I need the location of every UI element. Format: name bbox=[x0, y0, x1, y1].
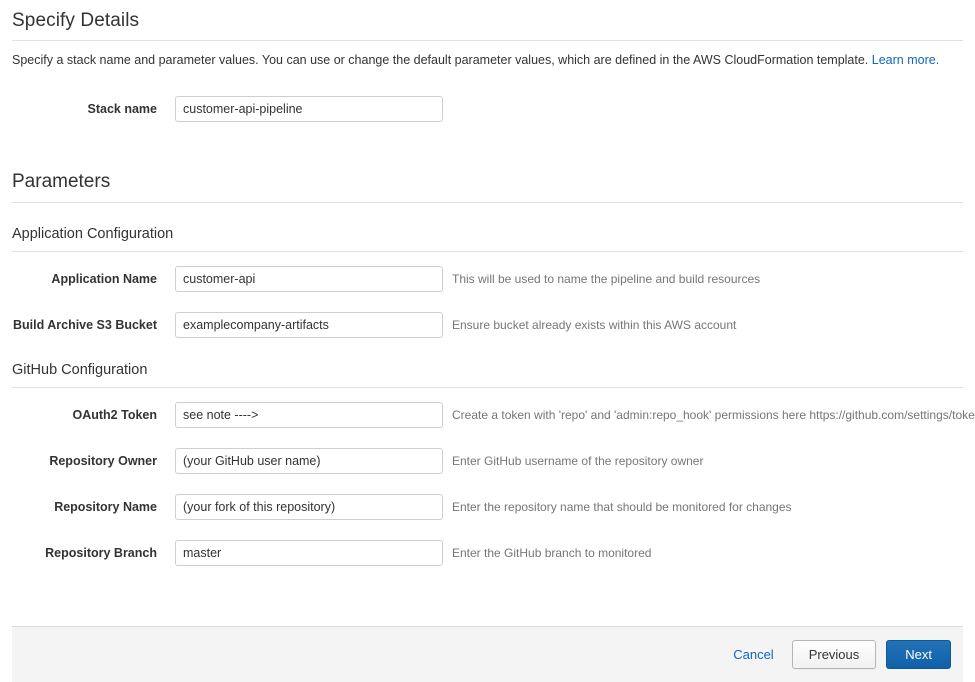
field-label-build-archive-s3-bucket: Build Archive S3 Bucket bbox=[12, 312, 175, 333]
stack-name-label: Stack name bbox=[12, 96, 175, 117]
footer-action-bar: Cancel Previous Next bbox=[12, 626, 963, 682]
field-help-repository-owner: Enter GitHub username of the repository … bbox=[443, 448, 975, 469]
next-button[interactable]: Next bbox=[886, 640, 951, 669]
specify-details-page: Specify Details Specify a stack name and… bbox=[0, 0, 975, 682]
field-label-repository-branch: Repository Branch bbox=[12, 540, 175, 561]
field-row-oauth2-token: OAuth2 Token Create a token with 'repo' … bbox=[0, 402, 975, 428]
cancel-button[interactable]: Cancel bbox=[725, 647, 781, 662]
field-input-repository-owner[interactable] bbox=[175, 448, 443, 474]
field-input-repository-name[interactable] bbox=[175, 494, 443, 520]
intro-text: Specify a stack name and parameter value… bbox=[0, 41, 975, 68]
section-heading-github-configuration: GitHub Configuration bbox=[0, 362, 975, 378]
field-row-repository-name: Repository Name Enter the repository nam… bbox=[0, 494, 975, 520]
section-heading-application-configuration: Application Configuration bbox=[0, 226, 975, 242]
field-label-application-name: Application Name bbox=[12, 266, 175, 287]
stack-name-input[interactable] bbox=[175, 96, 443, 122]
field-help-build-archive-s3-bucket: Ensure bucket already exists within this… bbox=[443, 312, 975, 333]
field-input-build-archive-s3-bucket[interactable] bbox=[175, 312, 443, 338]
learn-more-link[interactable]: Learn more. bbox=[872, 53, 939, 67]
field-help-application-name: This will be used to name the pipeline a… bbox=[443, 266, 975, 287]
intro-description: Specify a stack name and parameter value… bbox=[12, 53, 868, 67]
field-input-oauth2-token[interactable] bbox=[175, 402, 443, 428]
field-label-oauth2-token: OAuth2 Token bbox=[12, 402, 175, 423]
stack-name-row: Stack name bbox=[0, 96, 975, 122]
page-title: Specify Details bbox=[0, 0, 975, 32]
field-row-application-name: Application Name This will be used to na… bbox=[0, 266, 975, 292]
field-input-repository-branch[interactable] bbox=[175, 540, 443, 566]
previous-button[interactable]: Previous bbox=[792, 640, 877, 669]
field-label-repository-owner: Repository Owner bbox=[12, 448, 175, 469]
field-row-repository-owner: Repository Owner Enter GitHub username o… bbox=[0, 448, 975, 474]
field-input-application-name[interactable] bbox=[175, 266, 443, 292]
field-row-build-archive-s3-bucket: Build Archive S3 Bucket Ensure bucket al… bbox=[0, 312, 975, 338]
field-label-repository-name: Repository Name bbox=[12, 494, 175, 515]
field-row-repository-branch: Repository Branch Enter the GitHub branc… bbox=[0, 540, 975, 566]
field-help-repository-name: Enter the repository name that should be… bbox=[443, 494, 975, 515]
parameters-heading: Parameters bbox=[0, 171, 975, 193]
field-help-oauth2-token: Create a token with 'repo' and 'admin:re… bbox=[443, 402, 975, 423]
field-help-repository-branch: Enter the GitHub branch to monitored bbox=[443, 540, 975, 561]
